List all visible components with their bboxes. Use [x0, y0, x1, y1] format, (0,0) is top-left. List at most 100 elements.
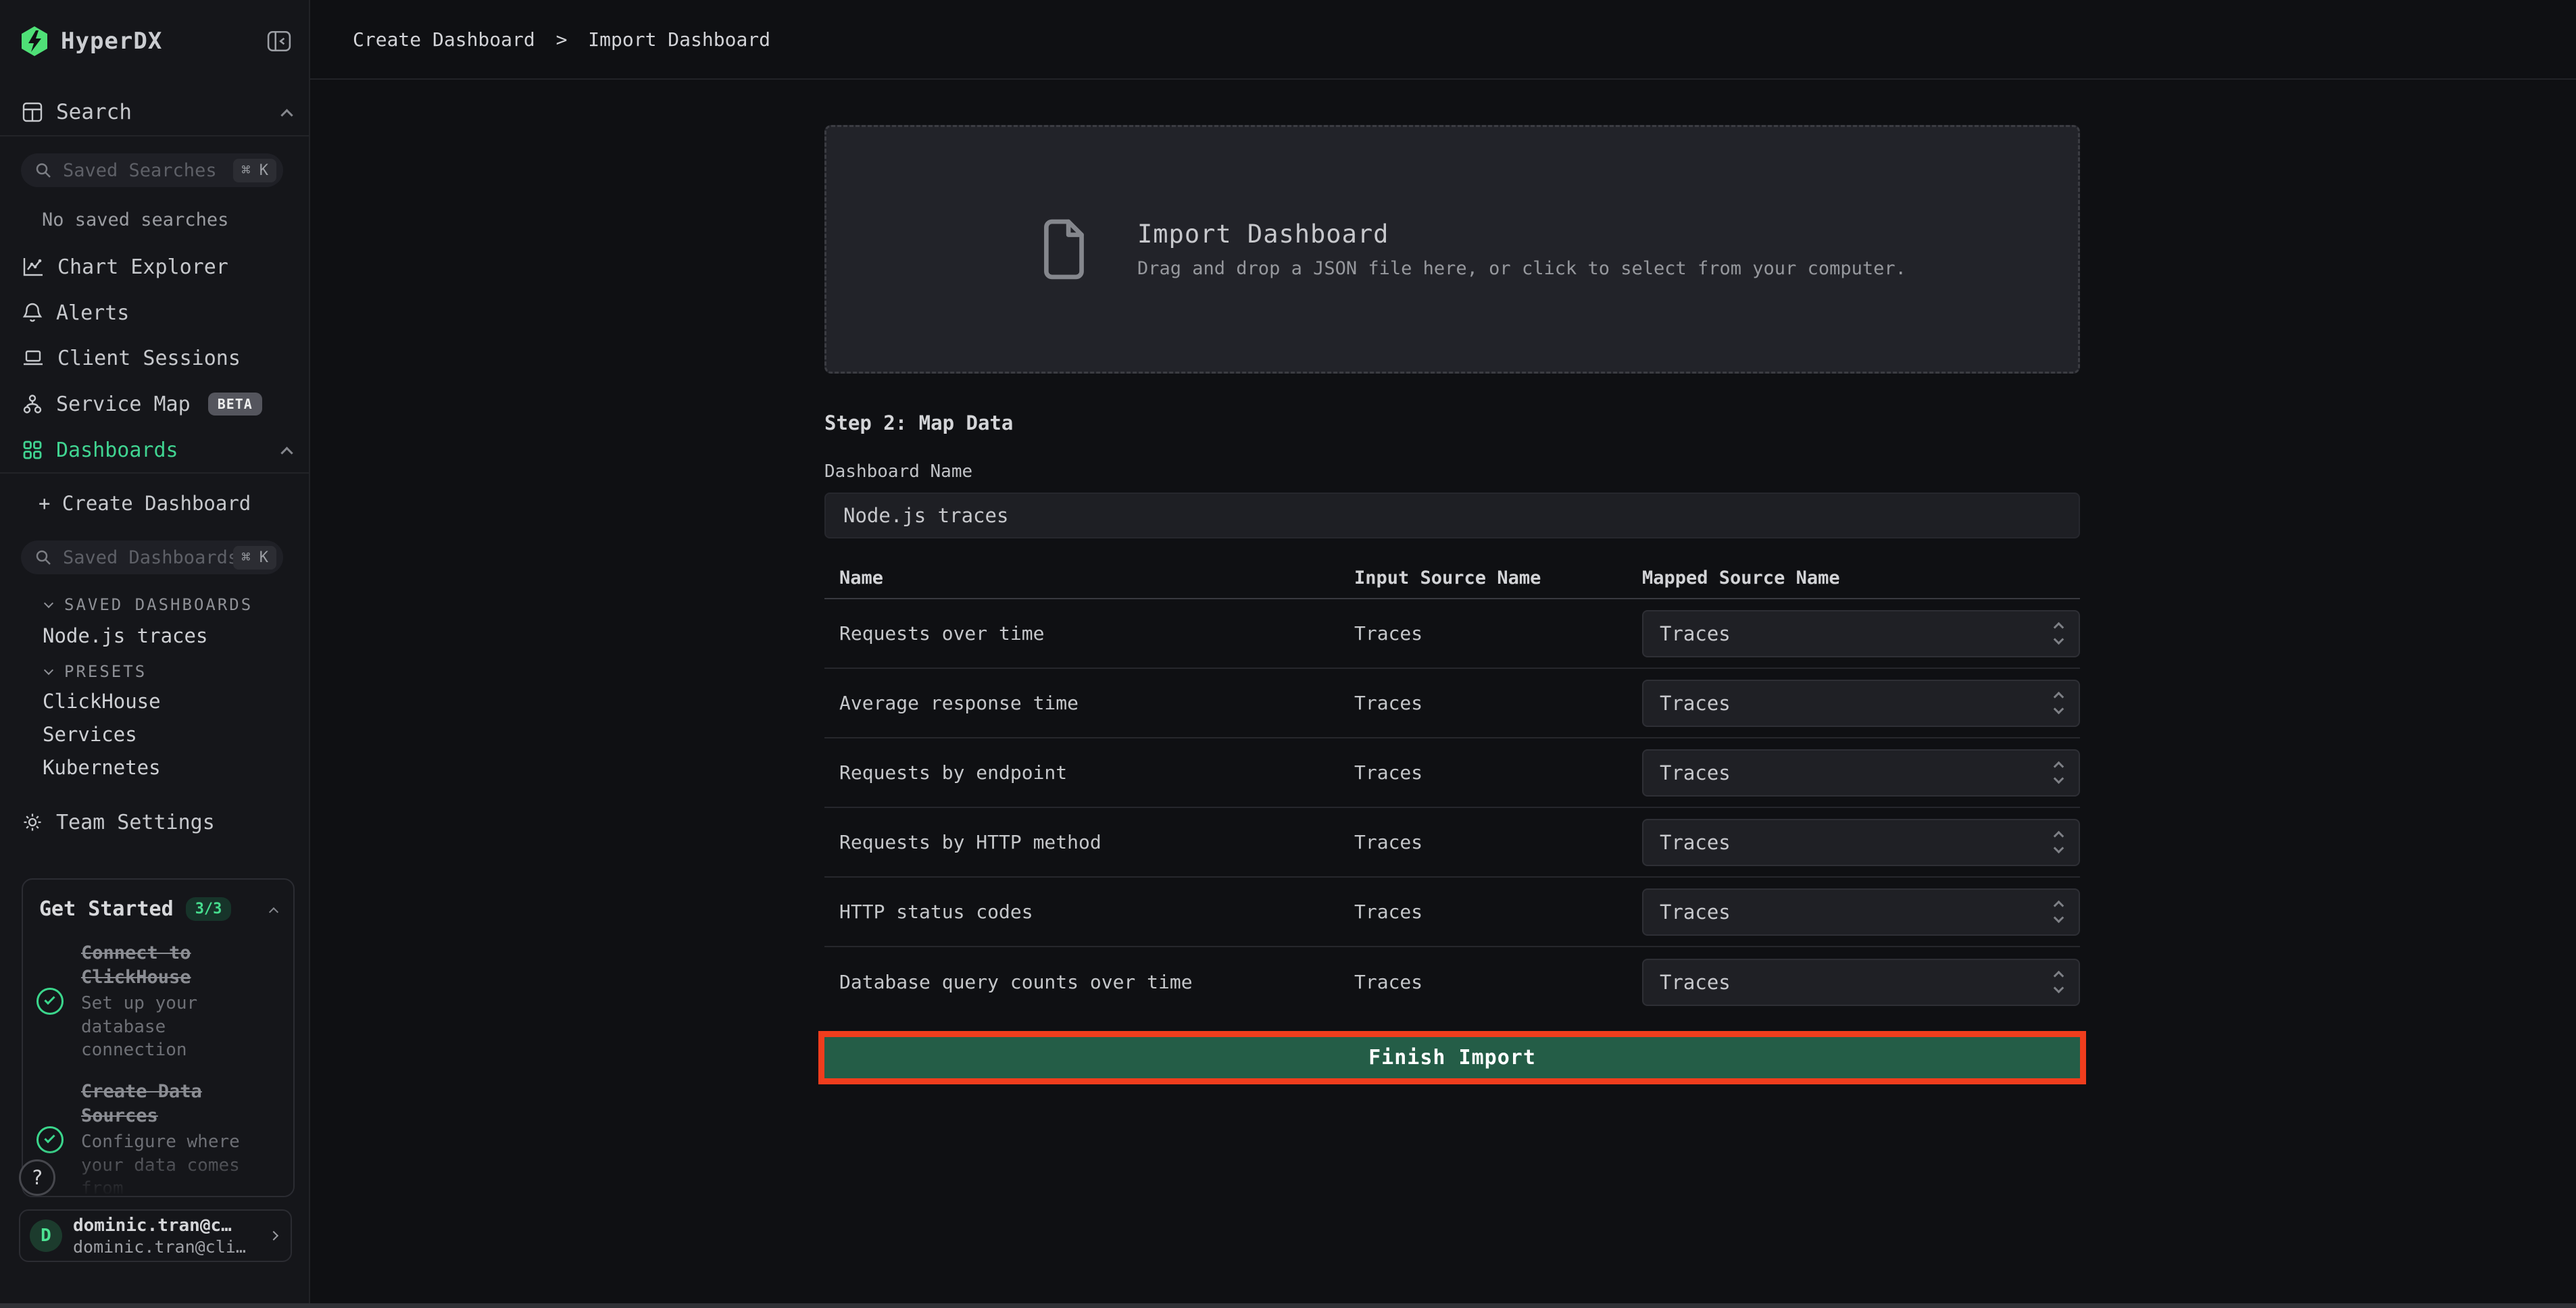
sidebar-item-client-sessions[interactable]: Client Sessions	[22, 341, 291, 376]
breadcrumb-import-dashboard[interactable]: Import Dashboard	[588, 28, 770, 51]
help-button[interactable]: ?	[19, 1159, 55, 1196]
chevron-right-icon	[269, 1231, 278, 1240]
table-header-row: Name Input Source Name Mapped Source Nam…	[824, 557, 2080, 599]
service-map-icon	[22, 394, 43, 414]
table-row: Average response time Traces Traces	[824, 669, 2080, 738]
hyperdx-logo-icon	[20, 26, 49, 57]
select-value: Traces	[1660, 692, 1731, 715]
preset-item-kubernetes[interactable]: Kubernetes	[43, 753, 161, 782]
row-name: Database query counts over time	[824, 971, 1338, 993]
app-title: HyperDX	[61, 28, 162, 55]
get-started-task[interactable]: Connect to ClickHouse Set up your databa…	[23, 929, 293, 1067]
row-name: Requests over time	[824, 622, 1338, 645]
sidebar-item-service-map[interactable]: Service Map BETA	[22, 386, 291, 422]
table-row: Requests over time Traces Traces	[824, 599, 2080, 669]
search-icon	[34, 549, 52, 566]
row-input-source: Traces	[1338, 761, 1629, 784]
preset-item-services[interactable]: Services	[43, 720, 137, 749]
sidebar-item-label: Service Map	[56, 393, 191, 416]
column-header-input-source: Input Source Name	[1338, 568, 1629, 588]
chevron-up-icon	[269, 907, 278, 916]
dashboard-name-input[interactable]: Node.js traces	[824, 493, 2080, 538]
task-description: Configure where your data comes from	[81, 1130, 272, 1197]
laptop-icon	[22, 349, 44, 368]
mapped-source-select[interactable]: Traces	[1642, 610, 2080, 657]
select-caret-icon	[2055, 624, 2062, 643]
task-title: Connect to ClickHouse	[81, 941, 272, 989]
dashboards-grid-icon	[22, 440, 43, 460]
table-row: Database query counts over time Traces T…	[824, 947, 2080, 1017]
sidebar-item-label: Chart Explorer	[57, 255, 228, 279]
avatar: D	[30, 1219, 62, 1252]
import-dropzone[interactable]: Import Dashboard Drag and drop a JSON fi…	[824, 125, 2080, 374]
group-presets[interactable]: PRESETS	[45, 659, 147, 684]
mapped-source-select[interactable]: Traces	[1642, 819, 2080, 866]
mapped-source-select[interactable]: Traces	[1642, 680, 2080, 727]
row-name: Average response time	[824, 692, 1338, 714]
get-started-progress-badge: 3/3	[186, 897, 232, 921]
saved-searches-input[interactable]: Saved Searches ⌘ K	[21, 153, 283, 187]
sidebar-divider	[0, 472, 309, 474]
saved-dashboards-input[interactable]: Saved Dashboards ⌘ K	[21, 540, 283, 574]
breadcrumb: Create Dashboard > Import Dashboard	[353, 28, 770, 51]
sidebar-item-label: Client Sessions	[57, 347, 241, 370]
sidebar-collapse-icon[interactable]	[267, 29, 291, 53]
keyboard-shortcut-badge: ⌘ K	[233, 546, 276, 570]
chevron-down-icon	[44, 599, 53, 608]
dashboard-name-label: Dashboard Name	[824, 461, 2080, 482]
row-input-source: Traces	[1338, 901, 1629, 923]
logo-row: HyperDX	[20, 24, 291, 58]
select-caret-icon	[2055, 763, 2062, 782]
mapped-source-select[interactable]: Traces	[1642, 959, 2080, 1006]
chevron-down-icon	[44, 665, 53, 675]
select-value: Traces	[1660, 971, 1731, 994]
check-circle-icon	[36, 1126, 64, 1153]
sidebar-item-team-settings[interactable]: Team Settings	[22, 805, 215, 839]
saved-dashboard-item[interactable]: Node.js traces	[43, 622, 207, 650]
get-started-header[interactable]: Get Started 3/3	[23, 880, 293, 929]
breadcrumb-create-dashboard[interactable]: Create Dashboard	[353, 28, 535, 51]
select-value: Traces	[1660, 901, 1731, 924]
create-dashboard-button[interactable]: + Create Dashboard	[39, 488, 251, 519]
select-value: Traces	[1660, 761, 1731, 784]
sidebar-item-label: Team Settings	[56, 811, 215, 834]
sidebar-item-chart-explorer[interactable]: Chart Explorer	[22, 249, 291, 284]
sidebar-item-alerts[interactable]: Alerts	[22, 295, 291, 330]
get-started-task[interactable]: Create Data Sources Configure where your…	[23, 1067, 293, 1197]
mapping-table: Name Input Source Name Mapped Source Nam…	[824, 557, 2080, 1017]
column-header-mapped-source: Mapped Source Name	[1629, 568, 2080, 588]
user-name: dominic.tran@c…	[73, 1215, 270, 1236]
get-started-title: Get Started	[39, 897, 174, 921]
mapped-source-select[interactable]: Traces	[1642, 749, 2080, 797]
mapped-source-select[interactable]: Traces	[1642, 888, 2080, 936]
sidebar: HyperDX Search Saved Searches ⌘ K No sav…	[0, 0, 310, 1308]
bell-icon	[22, 302, 43, 324]
step-title: Step 2: Map Data	[824, 411, 2080, 434]
select-caret-icon	[2055, 972, 2062, 992]
sidebar-section-search[interactable]: Search	[22, 93, 291, 131]
file-icon	[1043, 219, 1087, 280]
topbar: Create Dashboard > Import Dashboard	[310, 0, 2576, 80]
sidebar-item-label: Dashboards	[56, 438, 178, 462]
search-icon	[34, 161, 52, 179]
row-input-source: Traces	[1338, 971, 1629, 993]
bottom-edge-strip	[0, 1303, 2576, 1308]
breadcrumb-separator: >	[556, 28, 568, 51]
row-input-source: Traces	[1338, 622, 1629, 645]
search-section-label: Search	[56, 100, 132, 124]
preset-item-clickhouse[interactable]: ClickHouse	[43, 687, 161, 715]
sidebar-item-dashboards[interactable]: Dashboards	[22, 432, 291, 468]
keyboard-shortcut-badge: ⌘ K	[233, 159, 276, 182]
task-description: Set up your database connection	[81, 992, 272, 1062]
table-row: HTTP status codes Traces Traces	[824, 878, 2080, 947]
select-value: Traces	[1660, 622, 1731, 645]
sidebar-item-label: Alerts	[56, 301, 129, 325]
group-saved-dashboards[interactable]: SAVED DASHBOARDS	[45, 593, 253, 617]
user-menu[interactable]: D dominic.tran@c… dominic.tran@cli…	[19, 1209, 292, 1262]
table-row: Requests by endpoint Traces Traces	[824, 738, 2080, 808]
row-name: Requests by HTTP method	[824, 831, 1338, 853]
row-input-source: Traces	[1338, 831, 1629, 853]
select-caret-icon	[2055, 902, 2062, 922]
row-name: HTTP status codes	[824, 901, 1338, 923]
finish-import-button[interactable]: Finish Import	[824, 1037, 2080, 1078]
